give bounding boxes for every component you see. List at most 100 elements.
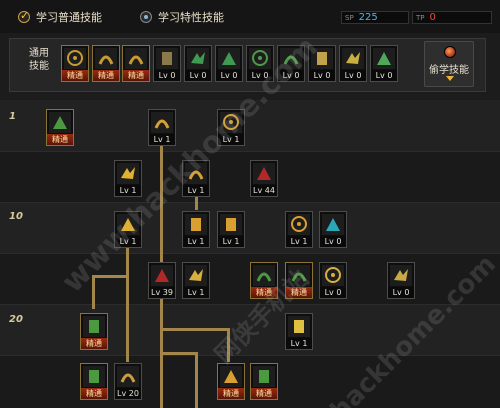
wave-icon <box>322 265 344 286</box>
skill-level-caption: 精通 <box>47 134 73 145</box>
skill-slot[interactable]: 精通 <box>122 45 150 82</box>
skill-slot[interactable]: Lv 20 <box>114 363 142 400</box>
tree-connector <box>92 275 129 278</box>
skill-level-caption: Lv 0 <box>216 70 242 81</box>
skill-slot[interactable]: 精通 <box>80 313 108 350</box>
tree-connector <box>126 236 129 362</box>
tab-normal-skills[interactable]: 学习普通技能 <box>18 8 102 26</box>
skill-slot[interactable]: Lv 0 <box>370 45 398 82</box>
skill-level-caption: 精通 <box>93 70 119 81</box>
skill-level-caption: Lv 0 <box>278 70 304 81</box>
skill-level-caption: Lv 0 <box>154 70 180 81</box>
skill-slot[interactable]: Lv 1 <box>217 109 245 146</box>
skill-slot[interactable]: Lv 0 <box>277 45 305 82</box>
skill-slot[interactable]: 精通 <box>250 262 278 299</box>
punch-icon <box>220 366 242 387</box>
figure-alt-icon <box>280 48 302 69</box>
rune-icon <box>49 112 71 133</box>
skill-slot[interactable]: Lv 0 <box>184 45 212 82</box>
figure-icon <box>249 48 271 69</box>
hook-icon <box>151 112 173 133</box>
skill-slot[interactable]: Lv 39 <box>148 262 176 299</box>
skill-level-caption: 精通 <box>286 287 312 298</box>
level-label-1: 1 <box>9 111 16 122</box>
skill-slot[interactable]: 精通 <box>217 363 245 400</box>
general-skills-label: 通用 技能 <box>26 47 52 73</box>
skill-level-caption: Lv 1 <box>115 185 141 196</box>
row-divider <box>0 151 500 152</box>
blade-icon <box>220 214 242 235</box>
skill-slot[interactable]: 精通 <box>46 109 74 146</box>
tree-connector <box>92 275 95 309</box>
skill-slot[interactable]: Lv 1 <box>114 160 142 197</box>
skill-slot[interactable]: Lv 44 <box>250 160 278 197</box>
tree-connector <box>160 352 198 355</box>
skill-slot[interactable]: Lv 1 <box>217 211 245 248</box>
skill-slot[interactable]: Lv 1 <box>148 109 176 146</box>
row-divider <box>0 304 500 305</box>
crosshair-icon <box>187 48 209 69</box>
skill-slot[interactable]: Lv 0 <box>308 45 336 82</box>
skill-level-caption: Lv 44 <box>251 185 277 196</box>
skill-slot[interactable]: Lv 0 <box>246 45 274 82</box>
row-divider <box>0 355 500 356</box>
steal-skill-button[interactable]: 偷学技能 <box>424 41 474 87</box>
muscle-icon <box>342 48 364 69</box>
skill-level-caption: 精通 <box>251 388 277 399</box>
tree-row <box>0 100 500 151</box>
tab-normal-skills-label: 学习普通技能 <box>36 11 102 24</box>
skill-slot[interactable]: Lv 0 <box>339 45 367 82</box>
skill-slot[interactable]: Lv 1 <box>114 211 142 248</box>
tp-value: 0 <box>429 12 436 23</box>
uppercut-icon <box>288 214 310 235</box>
general-label-line1: 通用 <box>29 48 49 59</box>
skill-tree: 1 10 20 <box>0 100 500 408</box>
general-label-line2: 技能 <box>29 61 49 72</box>
red-lock-icon <box>253 163 275 184</box>
crosshair-alt-icon <box>218 48 240 69</box>
skill-level-caption: Lv 20 <box>115 388 141 399</box>
skill-slot[interactable]: 精通 <box>80 363 108 400</box>
skill-slot[interactable]: Lv 1 <box>182 160 210 197</box>
skill-level-caption: 精通 <box>218 388 244 399</box>
dash-icon <box>185 163 207 184</box>
skill-slot[interactable]: Lv 0 <box>153 45 181 82</box>
skill-slot[interactable]: Lv 0 <box>387 262 415 299</box>
leaf-icon <box>373 48 395 69</box>
skill-slot[interactable]: Lv 0 <box>319 262 347 299</box>
shield-icon <box>288 316 310 337</box>
skill-level-caption: Lv 1 <box>286 236 312 247</box>
tree-connector <box>227 328 230 362</box>
skill-slot[interactable]: 精通 <box>285 262 313 299</box>
slash-icon <box>117 214 139 235</box>
sp-value: 225 <box>358 12 378 23</box>
skill-level-caption: Lv 1 <box>183 287 209 298</box>
green-figure-icon <box>253 265 275 286</box>
row-divider <box>0 253 500 254</box>
skill-slot[interactable]: Lv 1 <box>285 313 313 350</box>
skill-level-caption: 精通 <box>81 338 107 349</box>
kick-icon <box>220 112 242 133</box>
skill-slot[interactable]: Lv 1 <box>182 211 210 248</box>
skill-slot[interactable]: Lv 0 <box>319 211 347 248</box>
skill-slot[interactable]: 精通 <box>61 45 89 82</box>
skill-level-caption: Lv 0 <box>185 70 211 81</box>
skill-level-caption: 精通 <box>123 70 149 81</box>
skill-level-caption: 精通 <box>62 70 88 81</box>
tp-label: TP <box>416 13 425 22</box>
top-tab-bar: 学习普通技能 学习特性技能 SP 225 TP 0 <box>0 0 500 33</box>
green-wave-icon <box>83 316 105 337</box>
skill-slot[interactable]: Lv 1 <box>182 262 210 299</box>
skill-slot[interactable]: Lv 1 <box>285 211 313 248</box>
skill-slot[interactable]: 精通 <box>250 363 278 400</box>
tab-trait-skills[interactable]: 学习特性技能 <box>140 8 224 26</box>
sp-counter: SP 225 <box>341 11 409 24</box>
skill-slot[interactable]: Lv 0 <box>215 45 243 82</box>
skill-slot[interactable]: 精通 <box>92 45 120 82</box>
green-dragon-icon <box>83 366 105 387</box>
sprint-icon <box>185 214 207 235</box>
red-figure-icon <box>151 265 173 286</box>
flag-icon <box>185 265 207 286</box>
claw-icon <box>117 366 139 387</box>
squat-icon <box>64 48 86 69</box>
